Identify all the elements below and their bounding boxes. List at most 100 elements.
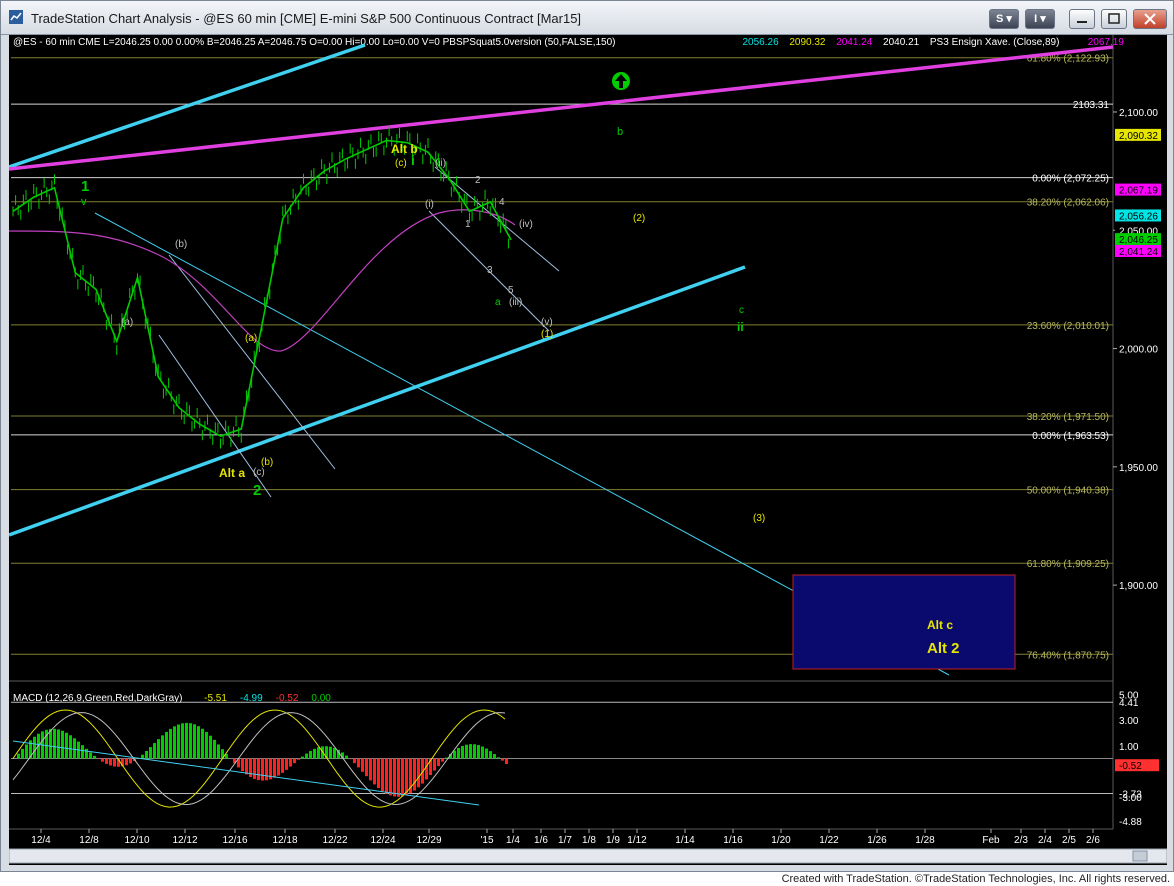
wave-label: (b) [175, 239, 187, 250]
fib-level-label: 61.80% (1,909.25) [1027, 559, 1109, 570]
macd-tick-label: -3.00 [1119, 793, 1142, 804]
macd-histogram-bar [345, 755, 348, 759]
macd-histogram-bar [505, 758, 508, 765]
macd-histogram-bar [17, 753, 20, 759]
macd-histogram-bar [501, 758, 504, 761]
macd-histogram-bar [265, 758, 268, 781]
wave-label: 3 [487, 265, 493, 276]
s-menu-button[interactable]: S ▾ [989, 9, 1019, 29]
macd-histogram-bar [277, 758, 280, 776]
wave-label: a [495, 297, 501, 308]
macd-histogram-bar [73, 738, 76, 759]
macd-histogram-bar [209, 735, 212, 759]
x-tick-label: 1/16 [723, 835, 743, 846]
x-tick-label: 1/6 [534, 835, 548, 846]
macd-histogram-bar [301, 756, 304, 759]
wave-label: (c) [253, 467, 265, 478]
wave-label: Alt a [219, 466, 245, 480]
macd-histogram-bar [205, 731, 208, 759]
up-arrow-icon [612, 72, 630, 90]
price-flag-label: 2,041.24 [1119, 247, 1158, 258]
macd-histogram-bar [477, 745, 480, 759]
macd-histogram-bar [457, 748, 460, 759]
macd-histogram-bar [93, 755, 96, 759]
macd-histogram-bar [261, 758, 264, 781]
copyright-footer: Created with TradeStation. ©TradeStation… [0, 872, 1174, 886]
wave-label: c [739, 305, 744, 316]
wave-label: Alt 2 [927, 640, 960, 657]
wave-label: 5 [508, 285, 514, 296]
x-tick-label: 1/9 [606, 835, 620, 846]
price-tick-label: 2,000.00 [1119, 345, 1158, 356]
macd-histogram-bar [469, 744, 472, 759]
price-flag-label: 2,056.26 [1119, 211, 1158, 222]
close-button[interactable] [1133, 9, 1167, 29]
x-tick-label: 2/3 [1014, 835, 1028, 846]
fib-level-label: 2103.31 [1073, 100, 1110, 111]
macd-histogram-bar [353, 758, 356, 764]
macd-histogram-bar [329, 746, 332, 759]
price-chart[interactable]: @ES - 60 min CME L=2046.25 0.00 0.00% B=… [8, 35, 1168, 865]
wave-label: (iii) [509, 297, 522, 308]
wave-label: (i) [425, 199, 434, 210]
wave-label: 1 [81, 178, 89, 195]
macd-histogram-bar [105, 758, 108, 764]
title-bar: TradeStation Chart Analysis - @ES 60 min… [1, 1, 1173, 35]
maximize-button[interactable] [1101, 9, 1127, 29]
macd-histogram-bar [289, 758, 292, 767]
x-tick-label: 1/22 [819, 835, 839, 846]
x-tick-label: 12/29 [416, 835, 441, 846]
macd-histogram-bar [297, 758, 300, 760]
macd-histogram-bar [65, 732, 68, 759]
macd-histogram-bar [49, 728, 52, 759]
header-item-3: 2041.24 [836, 37, 873, 48]
x-tick-label: 2/5 [1062, 835, 1076, 846]
x-tick-label: 12/16 [222, 835, 247, 846]
macd-histogram-bar [201, 728, 204, 759]
macd-histogram-bar [197, 726, 200, 759]
minimize-button[interactable] [1069, 9, 1095, 29]
x-tick-label: 12/4 [31, 835, 51, 846]
macd-histogram-bar [149, 747, 152, 759]
price-tick-label: 1,900.00 [1119, 581, 1158, 592]
wave-label: (v) [541, 317, 553, 328]
macd-histogram-bar [61, 730, 64, 759]
macd-histogram-bar [413, 758, 416, 791]
macd-histogram-bar [181, 723, 184, 759]
macd-histogram-bar [33, 736, 36, 759]
macd-histogram-bar [109, 758, 112, 766]
x-tick-label: Feb [982, 835, 1000, 846]
scrollbar-thumb [1132, 850, 1148, 862]
header-item-2: 2090.32 [789, 37, 826, 48]
wave-label: i [411, 152, 415, 168]
macd-histogram-bar [177, 724, 180, 759]
x-tick-label: 12/22 [322, 835, 347, 846]
macd-histogram-bar [185, 722, 188, 759]
macd-histogram-bar [441, 758, 444, 762]
macd-histogram-bar [465, 744, 468, 759]
wave-label: (1) [541, 329, 553, 340]
wave-label: (2) [633, 213, 645, 224]
wave-label: ii [737, 320, 744, 334]
x-tick-label: 2/4 [1038, 835, 1052, 846]
x-tick-label: '15 [480, 835, 493, 846]
wave-label: (c) [395, 158, 407, 169]
x-tick-label: 12/10 [124, 835, 149, 846]
macd-histogram-bar [25, 744, 28, 759]
macd-histogram-bar [357, 758, 360, 768]
wave-label: (3) [753, 513, 765, 524]
horizontal-scrollbar[interactable] [8, 848, 1168, 864]
wave-label: 4 [499, 197, 505, 208]
macd-histogram-bar [433, 758, 436, 771]
i-menu-button[interactable]: I ▾ [1025, 9, 1055, 29]
macd-histogram-bar [129, 758, 132, 764]
macd-histogram-bar [193, 724, 196, 759]
wave-label: Alt c [927, 618, 953, 632]
app-icon [9, 10, 23, 24]
macd-histogram-bar [381, 758, 384, 792]
lower-channel-line [8, 265, 746, 537]
chart-area[interactable]: @ES - 60 min CME L=2046.25 0.00 0.00% B=… [8, 35, 1168, 865]
macd-histogram-bar [317, 747, 320, 759]
x-tick-label: 1/12 [627, 835, 647, 846]
macd-histogram-bar [405, 758, 408, 796]
